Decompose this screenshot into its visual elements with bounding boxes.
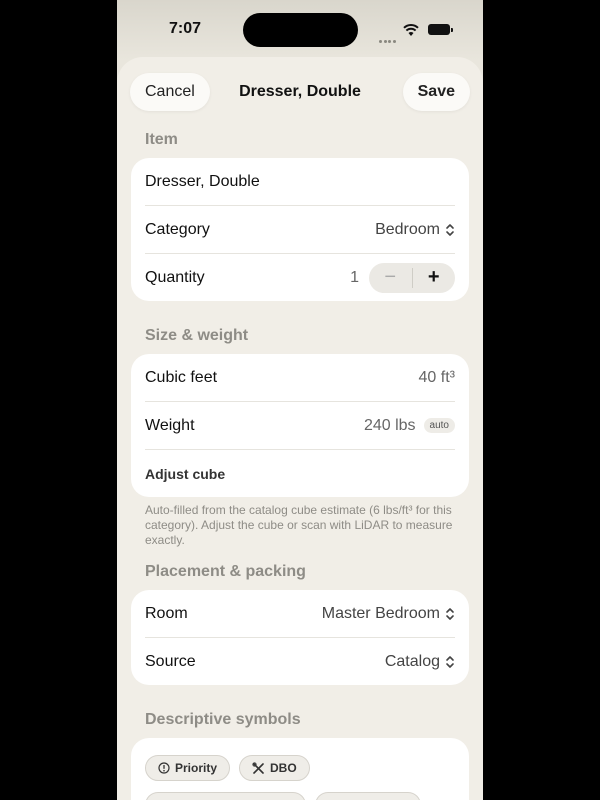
weight-label: Weight (145, 416, 195, 434)
save-button[interactable]: Save (402, 73, 470, 111)
source-picker[interactable]: Catalog (385, 653, 455, 671)
cubic-feet-row[interactable]: Cubic feet 40 ft³ (145, 354, 455, 402)
status-time: 7:07 (169, 20, 202, 37)
tools-icon (252, 761, 264, 774)
chevron-up-down-icon (446, 607, 454, 620)
cubic-feet-value: 40 ft³ (418, 368, 455, 386)
quantity-label: Quantity (145, 268, 205, 286)
dynamic-island (243, 13, 358, 47)
quantity-decrement-button[interactable]: − (369, 263, 412, 293)
section-title-symbols: Descriptive symbols (145, 711, 301, 728)
chip-label: Priority (175, 761, 218, 775)
weight-value: 240 lbs (363, 416, 416, 434)
symbol-chip[interactable] (145, 792, 306, 800)
auto-badge: auto (423, 418, 455, 433)
source-value: Catalog (384, 652, 440, 670)
source-row[interactable]: Source Catalog (145, 638, 455, 685)
room-picker[interactable]: Master Bedroom (322, 605, 455, 623)
adjust-cube-row[interactable]: Adjust cube (145, 450, 455, 497)
category-label: Category (145, 220, 210, 238)
sheet-title: Dresser, Double (239, 83, 361, 100)
signal-icon (379, 30, 397, 48)
section-title-item: Item (145, 131, 178, 148)
cancel-button[interactable]: Cancel (130, 73, 210, 111)
symbol-chip-priority[interactable]: Priority (145, 755, 231, 781)
section-title-placement: Placement & packing (145, 563, 306, 580)
symbols-card: Priority DBO (131, 738, 469, 800)
quantity-row: Quantity 1 − + (145, 254, 455, 301)
chevron-up-down-icon (446, 223, 454, 236)
chip-label: DBO (270, 761, 297, 775)
category-row[interactable]: Category Bedroom (145, 206, 455, 254)
room-label: Room (145, 604, 188, 622)
symbol-chip[interactable] (315, 792, 421, 800)
phone-screen: 7:07 Cancel Dresser, Double Save Item Dr… (117, 0, 483, 800)
section-title-size: Size & weight (145, 327, 249, 344)
cubic-feet-label: Cubic feet (145, 368, 218, 386)
size-weight-card: Cubic feet 40 ft³ Weight 240 lbs auto Ad… (131, 354, 469, 497)
symbol-chip-dbo[interactable]: DBO (239, 755, 310, 781)
quantity-value: 1 (350, 268, 359, 286)
placement-card: Room Master Bedroom Source Catalog (131, 590, 469, 685)
edit-item-sheet: Cancel Dresser, Double Save Item Dresser… (117, 57, 483, 800)
chevron-up-down-icon (446, 655, 454, 668)
item-name-field[interactable]: Dresser, Double (145, 158, 455, 206)
weight-row[interactable]: Weight 240 lbs auto (145, 402, 455, 450)
category-value: Bedroom (375, 220, 440, 238)
quantity-increment-button[interactable]: + (413, 263, 456, 293)
source-label: Source (145, 652, 196, 670)
item-card: Dresser, Double Category Bedroom Quantit… (131, 158, 469, 301)
priority-icon (158, 762, 170, 774)
battery-icon (428, 24, 453, 35)
adjust-cube-button[interactable]: Adjust cube (145, 466, 455, 482)
room-row[interactable]: Room Master Bedroom (145, 590, 455, 638)
category-picker[interactable]: Bedroom (375, 221, 455, 239)
size-footnote: Auto-filled from the catalog cube estima… (145, 503, 453, 547)
item-name-value[interactable]: Dresser, Double (145, 173, 455, 191)
quantity-stepper[interactable]: − + (369, 262, 456, 293)
room-value: Master Bedroom (321, 604, 440, 622)
wifi-icon (403, 23, 419, 36)
